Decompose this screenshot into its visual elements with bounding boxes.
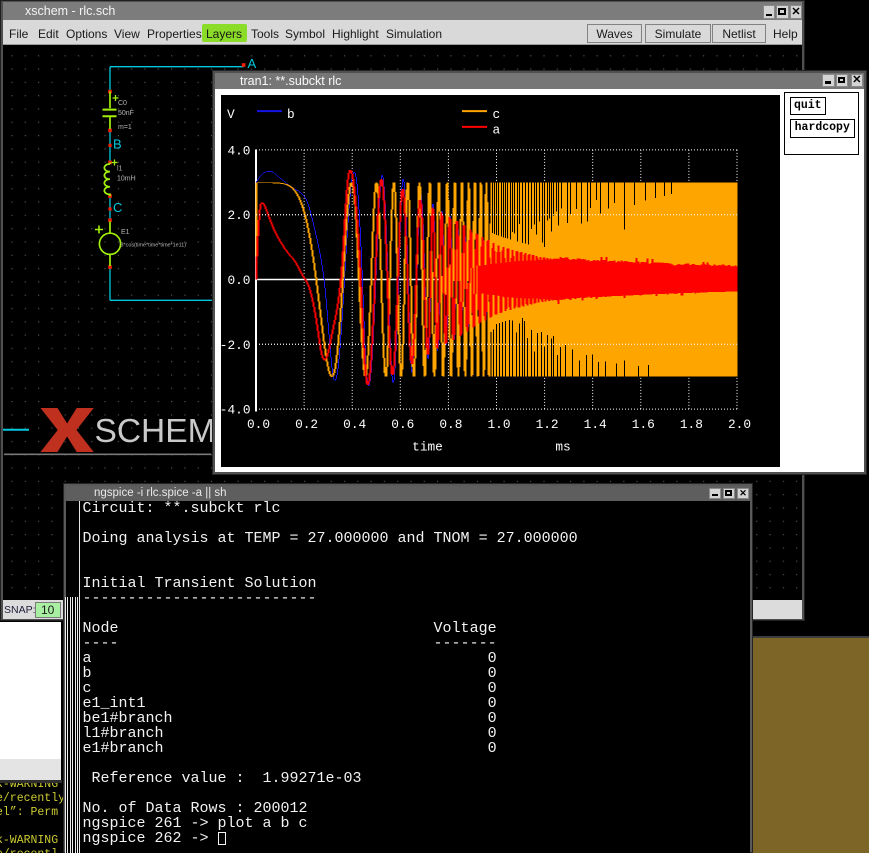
svg-text:2.0: 2.0: [728, 417, 751, 432]
svg-text:2.0: 2.0: [227, 208, 250, 223]
svg-text:10mH: 10mH: [117, 176, 136, 183]
svg-text:1.4: 1.4: [584, 417, 607, 432]
svg-text:A: A: [248, 56, 257, 71]
svg-text:B: B: [113, 137, 122, 152]
svg-text:a: a: [493, 122, 501, 137]
svg-text:b: b: [287, 107, 295, 122]
svg-text:4.0: 4.0: [227, 143, 250, 158]
svg-text:0.8: 0.8: [439, 417, 462, 432]
svg-text:-4.0: -4.0: [220, 402, 251, 417]
svg-text:V: V: [227, 107, 235, 122]
svg-text:0.2: 0.2: [295, 417, 318, 432]
svg-text:50nF: 50nF: [118, 110, 134, 117]
svg-text:ms: ms: [555, 439, 570, 454]
svg-text:-2.0: -2.0: [220, 337, 251, 352]
svg-text:0.6: 0.6: [391, 417, 414, 432]
svg-text:1.6: 1.6: [632, 417, 655, 432]
svg-text:m=1: m=1: [118, 124, 132, 131]
svg-text:C: C: [113, 200, 122, 215]
svg-text:l1: l1: [117, 166, 123, 173]
svg-text:1.8: 1.8: [680, 417, 703, 432]
svg-text:C0: C0: [118, 100, 127, 107]
svg-text:E1: E1: [121, 229, 130, 236]
svg-text:c: c: [493, 107, 501, 122]
svg-text:0.0: 0.0: [247, 417, 270, 432]
svg-text:0.4: 0.4: [343, 417, 366, 432]
svg-text:1.2: 1.2: [536, 417, 559, 432]
svg-text:time: time: [412, 439, 443, 454]
svg-text:SCHEM: SCHEM: [95, 413, 216, 450]
svg-text:'3*cos(time*time*time*1e11)': '3*cos(time*time*time*1e11)': [120, 243, 188, 249]
svg-text:1.0: 1.0: [487, 417, 510, 432]
svg-text:0.0: 0.0: [227, 273, 250, 288]
